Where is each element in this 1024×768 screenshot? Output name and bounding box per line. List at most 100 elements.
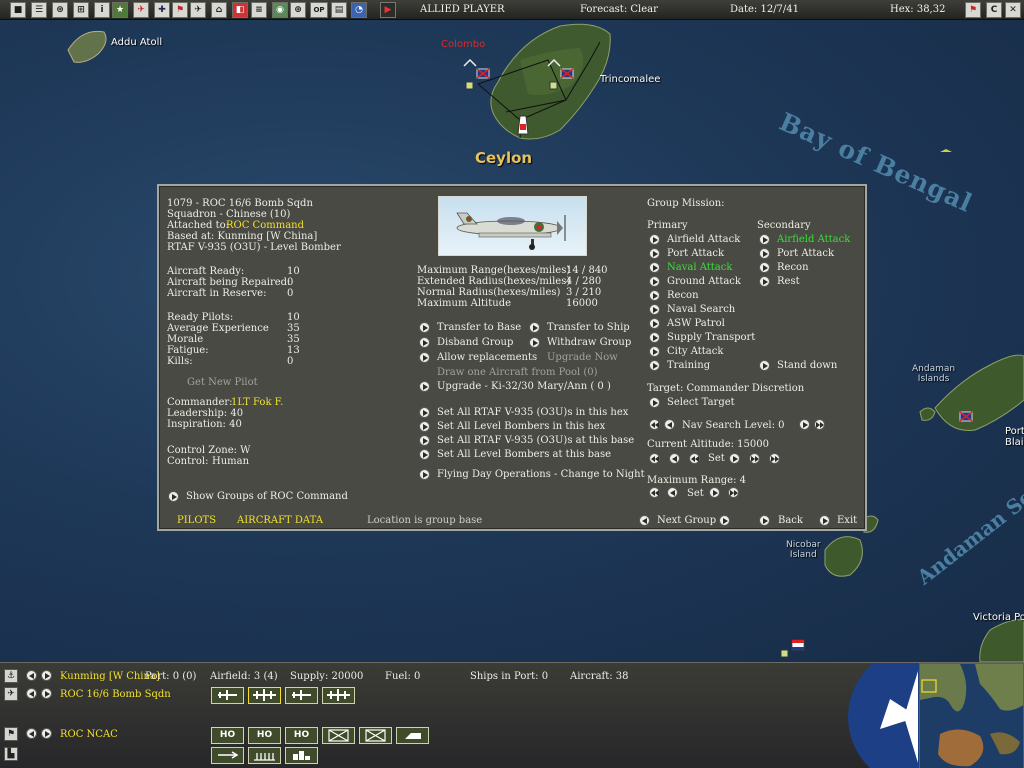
attached-command-link[interactable]: ROC Command — [226, 220, 304, 231]
transfer-base-arrow-icon[interactable] — [419, 322, 430, 333]
flying-day-operations-button[interactable]: Flying Day Operations - Change to Night — [437, 469, 645, 480]
unit-name-link[interactable]: ROC 16/6 Bomb Sqdn — [60, 689, 171, 700]
altitude-step-up-icon[interactable] — [749, 453, 760, 464]
mission-arrow-icon[interactable] — [649, 318, 660, 329]
air-group-button[interactable] — [322, 687, 355, 704]
upgrade-button[interactable]: Upgrade - Ki-32/30 Mary/Ann ( 0 ) — [437, 381, 611, 392]
star-icon[interactable]: ★ — [112, 2, 128, 18]
artillery-unit-button[interactable] — [285, 747, 318, 764]
primary-mission-option[interactable]: Port Attack — [667, 248, 724, 259]
primary-mission-option[interactable]: Recon — [667, 290, 699, 301]
infantry-unit-button[interactable] — [322, 727, 355, 744]
disband-arrow-icon[interactable] — [419, 337, 430, 348]
air-unit-icon[interactable]: ✈ — [4, 687, 18, 701]
minimap[interactable] — [919, 663, 1024, 768]
draw-aircraft-button[interactable]: Draw one Aircraft from Pool (0) — [437, 367, 598, 378]
stand-down-arrow-icon[interactable] — [759, 360, 770, 371]
secondary-mission-option[interactable]: Rest — [777, 276, 800, 287]
primary-mission-option[interactable]: Airfield Attack — [667, 234, 740, 245]
secondary-arrow-icon[interactable] — [759, 262, 770, 273]
allow-replacements-button[interactable]: Allow replacements — [437, 352, 537, 363]
primary-mission-option[interactable]: Supply Transport — [667, 332, 755, 343]
air-group-button[interactable] — [211, 687, 244, 704]
commander-link[interactable]: 1LT Fok F. — [231, 397, 283, 408]
set-all-arrow-icon[interactable] — [419, 407, 430, 418]
toggle-icon[interactable]: ◧ — [232, 2, 248, 18]
next-group-icon[interactable] — [719, 515, 730, 526]
task-force-icon[interactable]: ⊛ — [52, 2, 68, 18]
prev-unit-icon[interactable] — [26, 688, 37, 699]
show-groups-arrow-icon[interactable] — [168, 491, 179, 502]
exit-button[interactable]: Exit — [837, 515, 857, 526]
transfer-ship-arrow-icon[interactable] — [529, 322, 540, 333]
engineer-unit-button[interactable] — [211, 747, 244, 764]
mission-arrow-icon[interactable] — [649, 248, 660, 259]
cycle-icon[interactable]: ◔ — [351, 2, 367, 18]
withdraw-group-button[interactable]: Withdraw Group — [547, 337, 631, 348]
mission-arrow-icon[interactable] — [649, 304, 660, 315]
ship-list-icon[interactable]: ≡ — [251, 2, 267, 18]
altitude-max-icon[interactable] — [769, 453, 780, 464]
ship-icon[interactable]: ✚ — [154, 2, 170, 18]
previous-group-icon[interactable] — [639, 515, 650, 526]
transfer-to-base-button[interactable]: Transfer to Base — [437, 322, 521, 333]
air-group-button-selected[interactable] — [248, 687, 281, 704]
next-unit-icon[interactable] — [41, 688, 52, 699]
base-force-unit-button[interactable] — [248, 747, 281, 764]
secondary-mission-option-selected[interactable]: Airfield Attack — [777, 234, 850, 245]
set-all-arrow-icon[interactable] — [419, 421, 430, 432]
upgrade-now-button[interactable]: Upgrade Now — [547, 352, 618, 363]
get-new-pilot-button[interactable]: Get New Pilot — [187, 377, 258, 388]
save-icon[interactable]: ■ — [10, 2, 26, 18]
hq-unit-button-selected[interactable]: HO — [211, 727, 244, 744]
disband-group-button[interactable]: Disband Group — [437, 337, 513, 348]
nav-search-max-icon[interactable] — [814, 419, 825, 430]
set-all-rtaf-base-button[interactable]: Set All RTAF V-935 (O3U)s at this base — [437, 435, 634, 446]
mission-arrow-icon[interactable] — [649, 262, 660, 273]
mission-arrow-icon[interactable] — [649, 276, 660, 287]
armor-unit-button[interactable] — [396, 727, 429, 744]
altitude-decrease-icon[interactable] — [669, 453, 680, 464]
withdraw-arrow-icon[interactable] — [529, 337, 540, 348]
next-hq-icon[interactable] — [41, 728, 52, 739]
set-all-level-hex-button[interactable]: Set All Level Bombers in this hex — [437, 421, 605, 432]
anchor-icon[interactable]: ⚓ — [4, 669, 18, 683]
hq-name-link[interactable]: ROC NCAC — [60, 729, 118, 740]
altitude-increase-icon[interactable] — [729, 453, 740, 464]
secondary-arrow-icon[interactable] — [759, 234, 770, 245]
prev-hq-icon[interactable] — [26, 728, 37, 739]
hq-unit-button[interactable]: HO — [285, 727, 318, 744]
transfer-to-ship-button[interactable]: Transfer to Ship — [547, 322, 630, 333]
nav-search-increase-icon[interactable] — [799, 419, 810, 430]
lcu-icon[interactable]: ⊞ — [73, 2, 89, 18]
next-group-button[interactable]: Next Group — [657, 515, 716, 526]
mission-arrow-icon[interactable] — [649, 290, 660, 301]
flying-day-arrow-icon[interactable] — [419, 469, 430, 480]
set-all-level-base-button[interactable]: Set All Level Bombers at this base — [437, 449, 611, 460]
set-all-arrow-icon[interactable] — [419, 435, 430, 446]
primary-mission-option[interactable]: City Attack — [667, 346, 723, 357]
op-icon[interactable]: OP — [310, 2, 328, 18]
secondary-arrow-icon[interactable] — [759, 276, 770, 287]
end-turn-icon[interactable]: ▶ — [380, 2, 396, 18]
primary-mission-option[interactable]: Naval Search — [667, 304, 735, 315]
secondary-mission-option[interactable]: Port Attack — [777, 248, 834, 259]
primary-mission-option[interactable]: ASW Patrol — [667, 318, 725, 329]
base-icon[interactable]: ⌂ — [211, 2, 227, 18]
pilots-tab[interactable]: PILOTS — [177, 515, 216, 526]
prev-base-icon[interactable] — [26, 670, 37, 681]
secondary-mission-option[interactable]: Recon — [777, 262, 809, 273]
globe-icon[interactable]: ◉ — [272, 2, 288, 18]
mission-arrow-icon[interactable] — [649, 332, 660, 343]
document-icon[interactable]: ☰ — [31, 2, 47, 18]
mission-arrow-icon[interactable] — [649, 360, 660, 371]
nav-search-min-icon[interactable] — [649, 419, 660, 430]
next-base-icon[interactable] — [41, 670, 52, 681]
info-icon[interactable]: i — [94, 2, 110, 18]
close-icon[interactable]: ✕ — [1005, 2, 1021, 18]
primary-mission-option-selected[interactable]: Naval Attack — [667, 262, 732, 273]
upgrade-arrow-icon[interactable] — [419, 381, 430, 392]
stand-down-button[interactable]: Stand down — [777, 360, 837, 371]
primary-mission-option[interactable]: Ground Attack — [667, 276, 741, 287]
select-target-button[interactable]: Select Target — [667, 397, 735, 408]
